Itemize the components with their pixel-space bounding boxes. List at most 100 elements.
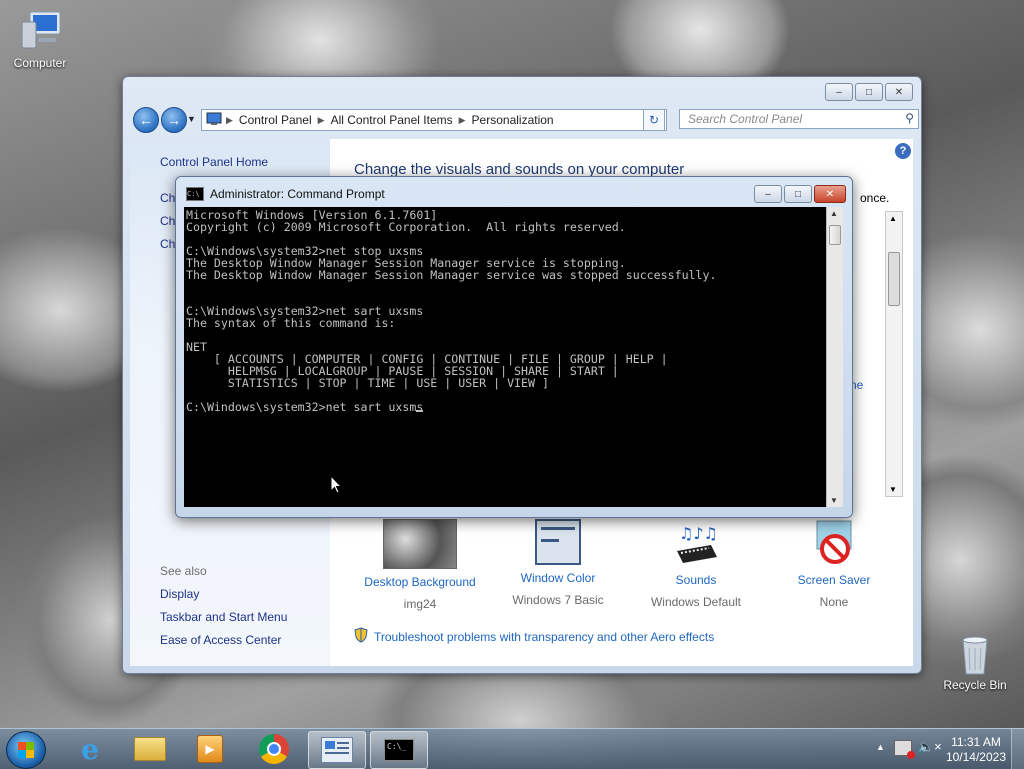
show-desktop-button[interactable] [1011, 729, 1024, 769]
clock[interactable]: 11:31 AM 10/14/2023 [946, 735, 1006, 765]
command-prompt-icon: C:\ [186, 187, 204, 201]
mouse-pointer-icon [330, 474, 343, 498]
breadcrumb-all-items[interactable]: All Control Panel Items [325, 113, 459, 127]
screen-saver-option[interactable]: Screen Saver None [774, 519, 894, 609]
option-value: None [819, 595, 849, 609]
option-label[interactable]: Screen Saver [774, 573, 894, 587]
window-controls: – □ ✕ [754, 185, 846, 203]
ease-of-access-link[interactable]: Ease of Access Center [160, 633, 281, 647]
console-line: The Desktop Window Manager Session Manag… [186, 268, 717, 282]
personalization-options: Desktop Background img24 Window Color Wi… [360, 519, 880, 619]
sounds-icon: ♫♪♫ [671, 519, 721, 567]
sounds-option[interactable]: ♫♪♫ Sounds Windows Default [636, 519, 756, 609]
taskbar: e ▶ C:\_ ▲ 🔈× 11:31 AM 10/14/2023 [0, 728, 1024, 769]
breadcrumb-control-panel[interactable]: Control Panel [233, 113, 318, 127]
window-controls: – □ ✕ [825, 83, 913, 101]
notification-area: ▲ 🔈× 11:31 AM 10/14/2023 [864, 729, 1024, 769]
scroll-thumb[interactable] [829, 225, 841, 245]
option-label[interactable]: Window Color [498, 571, 618, 585]
taskbar-media-player[interactable]: ▶ [182, 731, 238, 767]
folder-icon [134, 737, 166, 761]
address-bar[interactable]: ▶ Control Panel ▶ All Control Panel Item… [201, 109, 667, 131]
maximize-button[interactable]: □ [784, 185, 812, 203]
control-panel-icon [321, 737, 353, 763]
see-also-label: See also [160, 564, 207, 578]
scroll-up-icon[interactable]: ▲ [889, 214, 897, 223]
breadcrumb-separator-icon: ▶ [226, 114, 233, 125]
desktop-background-option[interactable]: Desktop Background img24 [360, 519, 480, 611]
window-title: Administrator: Command Prompt [210, 187, 385, 201]
control-panel-home-link[interactable]: Control Panel Home [160, 155, 268, 169]
console-line: Copyright (c) 2009 Microsoft Corporation… [186, 220, 626, 234]
start-button[interactable] [6, 731, 46, 769]
window-color-option[interactable]: Window Color Windows 7 Basic [498, 519, 618, 607]
left-task-link[interactable]: Ch [160, 237, 175, 251]
option-value: img24 [403, 597, 437, 611]
media-player-icon: ▶ [197, 735, 223, 763]
refresh-button[interactable]: ↻ [643, 109, 665, 131]
left-task-link[interactable]: Ch [160, 191, 175, 205]
forward-button[interactable]: → [161, 107, 187, 133]
taskbar-windows-explorer[interactable] [122, 731, 178, 767]
close-button[interactable]: ✕ [885, 83, 913, 101]
search-icon[interactable]: ⚲ [905, 111, 914, 125]
taskbar-command-prompt[interactable]: C:\_ [370, 731, 428, 769]
scroll-up-icon[interactable]: ▲ [830, 209, 838, 218]
minimize-button[interactable]: – [825, 83, 853, 101]
troubleshoot-text[interactable]: Troubleshoot problems with transparency … [374, 630, 714, 644]
recent-pages-icon[interactable]: ▼ [187, 114, 196, 124]
scroll-down-icon[interactable]: ▼ [889, 485, 897, 494]
clock-time: 11:31 AM [951, 735, 1001, 749]
back-button[interactable]: ← [133, 107, 159, 133]
close-button[interactable]: ✕ [814, 185, 846, 203]
volume-muted-icon[interactable]: 🔈× [918, 739, 942, 755]
troubleshoot-link[interactable]: Troubleshoot problems with transparency … [354, 627, 714, 646]
console-output[interactable]: Microsoft Windows [Version 6.1.7601] Copy… [184, 207, 826, 507]
chrome-icon [259, 734, 289, 764]
control-panel-icon [202, 112, 226, 129]
help-icon[interactable]: ? [895, 143, 911, 159]
breadcrumb-separator-icon[interactable]: ▶ [459, 115, 466, 126]
command-prompt-icon: C:\_ [384, 739, 414, 761]
console-line: C:\Windows\system32>net sart uxsms [186, 400, 424, 414]
taskbar-chrome[interactable] [246, 731, 302, 767]
navigation-bar: ← → ▼ ▶ Control Panel ▶ All Control Pane… [131, 105, 919, 133]
clock-date: 10/14/2023 [945, 750, 1006, 764]
text-cursor [416, 410, 424, 412]
taskbar-internet-explorer[interactable]: e [62, 731, 118, 767]
title-bar[interactable]: C:\ Administrator: Command Prompt [186, 187, 385, 201]
windows-logo-icon [18, 742, 34, 758]
display-link[interactable]: Display [160, 587, 199, 601]
taskbar-control-panel[interactable] [308, 731, 366, 769]
option-label[interactable]: Desktop Background [360, 575, 480, 589]
search-input[interactable]: Search Control Panel ⚲ [679, 109, 919, 129]
maximize-button[interactable]: □ [855, 83, 883, 101]
screen-saver-icon [811, 519, 857, 567]
console-line: STATISTICS | STOP | TIME | USE | USER | … [186, 376, 549, 390]
left-task-link[interactable]: Ch [160, 214, 175, 228]
description-text: once. [860, 191, 890, 205]
search-placeholder: Search Control Panel [688, 112, 803, 126]
console-line: The syntax of this command is: [186, 316, 396, 330]
desktop-icon-recycle-bin[interactable]: Recycle Bin [935, 630, 1015, 692]
network-icon[interactable] [894, 740, 915, 759]
taskbar-start-menu-link[interactable]: Taskbar and Start Menu [160, 610, 287, 624]
breadcrumb-personalization[interactable]: Personalization [466, 113, 560, 127]
desktop-background-icon [383, 519, 457, 569]
scroll-down-icon[interactable]: ▼ [830, 496, 838, 505]
shield-icon [354, 627, 368, 646]
recycle-bin-icon [951, 630, 999, 675]
window-color-icon [535, 519, 581, 565]
svg-text:♫♪♫: ♫♪♫ [679, 524, 718, 543]
minimize-button[interactable]: – [754, 185, 782, 203]
option-label[interactable]: Sounds [636, 573, 756, 587]
console-scrollbar[interactable]: ▲ ▼ [826, 207, 843, 507]
show-hidden-icons-icon[interactable]: ▲ [876, 742, 885, 752]
breadcrumb-separator-icon[interactable]: ▶ [318, 115, 325, 126]
scroll-thumb[interactable] [888, 252, 900, 306]
computer-icon [16, 8, 64, 52]
desktop-icon-computer[interactable]: Computer [0, 8, 80, 70]
theme-list-scrollbar[interactable]: ▲ ▼ [885, 211, 903, 497]
